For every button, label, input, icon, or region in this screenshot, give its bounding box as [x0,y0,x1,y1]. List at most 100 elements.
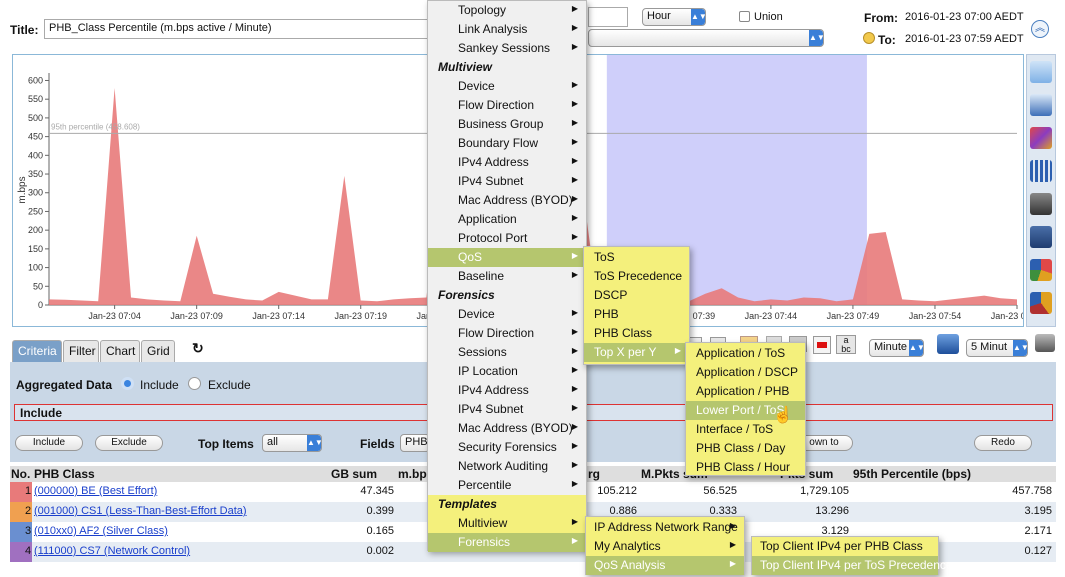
menu-item-label: Mac Address (BYOD) [458,193,573,207]
text-icon[interactable]: a bc [836,335,856,354]
bar-chart-icon[interactable] [1030,160,1052,182]
granularity-select[interactable]: Hour ▲▼ [642,8,706,26]
menu-item-boundary-flow[interactable]: Boundary Flow ▶ [428,134,586,153]
3d-bar-icon[interactable] [1030,193,1052,215]
blank-field[interactable] [588,7,628,27]
menu-item-sessions[interactable]: Sessions ▶ [428,343,586,362]
include-radio[interactable] [121,377,134,390]
chevron-right-icon: ▶ [571,156,578,165]
menu-item-application-phb[interactable]: Application / PHB [686,382,805,401]
menu-item-device[interactable]: Device ▶ [428,305,586,324]
second-select[interactable]: ▲▼ [588,29,824,47]
menu-item-forensics[interactable]: Forensics ▶ [428,533,586,552]
menu-item-application-tos[interactable]: Application / ToS [686,344,805,363]
col-gb-sum[interactable]: GB sum [331,467,377,481]
back-icon[interactable] [937,334,959,354]
menu-item-mac-address-byod-[interactable]: Mac Address (BYOD) ▶ [428,191,586,210]
menu-item-topology[interactable]: Topology ▶ [428,1,586,20]
menu-item-ip-location[interactable]: IP Location ▶ [428,362,586,381]
top-items-select[interactable]: all ▲▼ [262,434,322,452]
menu-item-label: ToS [594,250,615,264]
exclude-button[interactable]: Exclude [95,435,163,451]
menu-item-sankey-sessions[interactable]: Sankey Sessions ▶ [428,39,586,58]
union-checkbox[interactable] [739,11,750,22]
x-tick-label: Jan-23 07:19 [334,311,387,321]
col-avg[interactable]: rg [588,467,600,481]
menu-item-application[interactable]: Application ▶ [428,210,586,229]
tab-filter[interactable]: Filter [63,340,99,362]
menu-item-mac-address-byod-[interactable]: Mac Address (BYOD) ▶ [428,419,586,438]
title-input[interactable]: PHB_Class Percentile (m.bps active / Min… [44,19,429,39]
period-select[interactable]: 5 Minut ▲▼ [966,339,1028,357]
menu-item-tos-precedence[interactable]: ToS Precedence [584,267,689,286]
collapse-icon[interactable]: ︽ [1031,20,1049,38]
stacked-area-icon[interactable] [1030,127,1052,149]
col-phb-class[interactable]: PHB Class [34,467,95,481]
menu-item-security-forensics[interactable]: Security Forensics ▶ [428,438,586,457]
phb-class-link[interactable]: (111000) CS7 (Network Control) [34,545,190,557]
exclude-radio[interactable] [188,377,201,390]
menu-item-top-client-ipv4-per-phb-class[interactable]: Top Client IPv4 per PHB Class [752,537,938,556]
col-mbps[interactable]: m.bp [398,467,427,481]
menu-item-network-auditing[interactable]: Network Auditing ▶ [428,457,586,476]
fields-select[interactable]: PHB [400,434,430,452]
chevron-right-icon: ▶ [571,422,578,431]
chevron-right-icon: ▶ [571,460,578,469]
menu-item-phb[interactable]: PHB [584,305,689,324]
donut-chart-icon[interactable] [1030,292,1052,314]
menu-item-device[interactable]: Device ▶ [428,77,586,96]
menu-item-qos[interactable]: QoS ▶ [428,248,586,267]
menu-item-multiview[interactable]: Multiview ▶ [428,514,586,533]
menu-item-baseline[interactable]: Baseline ▶ [428,267,586,286]
menu-item-protocol-port[interactable]: Protocol Port ▶ [428,229,586,248]
phb-class-link[interactable]: (010xx0) AF2 (Silver Class) [34,525,168,537]
line-chart-icon[interactable] [1030,61,1052,83]
menu-item-phb-class[interactable]: PHB Class [584,324,689,343]
menu-item-ipv4-address[interactable]: IPv4 Address ▶ [428,153,586,172]
menu-item-flow-direction[interactable]: Flow Direction ▶ [428,96,586,115]
tab-criteria[interactable]: Criteria [12,340,62,362]
menu-item-phb-class-hour[interactable]: PHB Class / Hour [686,458,805,477]
context-menu-main: Topology ▶ Link Analysis ▶ Sankey Sessions ▶ M… [427,0,587,552]
chevron-right-icon: ▶ [571,251,578,260]
include-button[interactable]: Include [15,435,83,451]
menu-item-top-client-ipv4-per-tos-precedence[interactable]: Top Client IPv4 per ToS Precedence [752,556,953,575]
menu-item-phb-class-day[interactable]: PHB Class / Day [686,439,805,458]
phb-class-link[interactable]: (000000) BE (Best Effort) [34,485,157,497]
menu-item-label: Application / DSCP [696,365,799,379]
menu-item-ipv4-subnet[interactable]: IPv4 Subnet ▶ [428,400,586,419]
col-no[interactable]: No. [11,467,30,481]
menu-item-qos-analysis[interactable]: QoS Analysis ▶ [586,556,744,575]
tab-chart[interactable]: Chart [100,340,140,362]
interval-select[interactable]: Minute ▲▼ [869,339,924,357]
phb-class-link[interactable]: (001000) CS1 (Less-Than-Best-Effort Data… [34,505,247,517]
chevron-down-icon: ▲▼ [691,9,705,25]
area-chart-icon[interactable] [1030,94,1052,116]
menu-item-business-group[interactable]: Business Group ▶ [428,115,586,134]
menu-item-flow-direction[interactable]: Flow Direction ▶ [428,324,586,343]
menu-item-ipv4-subnet[interactable]: IPv4 Subnet ▶ [428,172,586,191]
menu-item-ip-address-network-range[interactable]: IP Address Network Range ▶ [586,518,744,537]
menu-item-top-x-per-y[interactable]: Top X per Y ▶ [584,343,689,362]
refresh-icon[interactable]: ↻ [192,340,204,357]
menu-section-header: Templates [428,495,586,514]
menu-item-label: IPv4 Subnet [458,402,524,416]
forward-icon[interactable] [1035,334,1055,352]
chevron-right-icon: ▶ [571,42,578,51]
table-icon[interactable] [1030,226,1052,248]
y-tick-label: 500 [28,113,43,123]
row-number: 4 [25,545,32,557]
menu-item-percentile[interactable]: Percentile ▶ [428,476,586,495]
menu-item-application-dscp[interactable]: Application / DSCP [686,363,805,382]
menu-item-link-analysis[interactable]: Link Analysis ▶ [428,20,586,39]
menu-item-label: Device [458,307,495,321]
menu-item-my-analytics[interactable]: My Analytics ▶ [586,537,744,556]
redo-button[interactable]: Redo [974,435,1032,451]
tab-grid[interactable]: Grid [141,340,175,362]
menu-item-tos[interactable]: ToS [584,248,689,267]
menu-item-dscp[interactable]: DSCP [584,286,689,305]
color-icon[interactable] [813,336,831,354]
pie-chart-icon[interactable] [1030,259,1052,281]
menu-item-ipv4-address[interactable]: IPv4 Address ▶ [428,381,586,400]
col-95th[interactable]: 95th Percentile (bps) [853,467,971,481]
